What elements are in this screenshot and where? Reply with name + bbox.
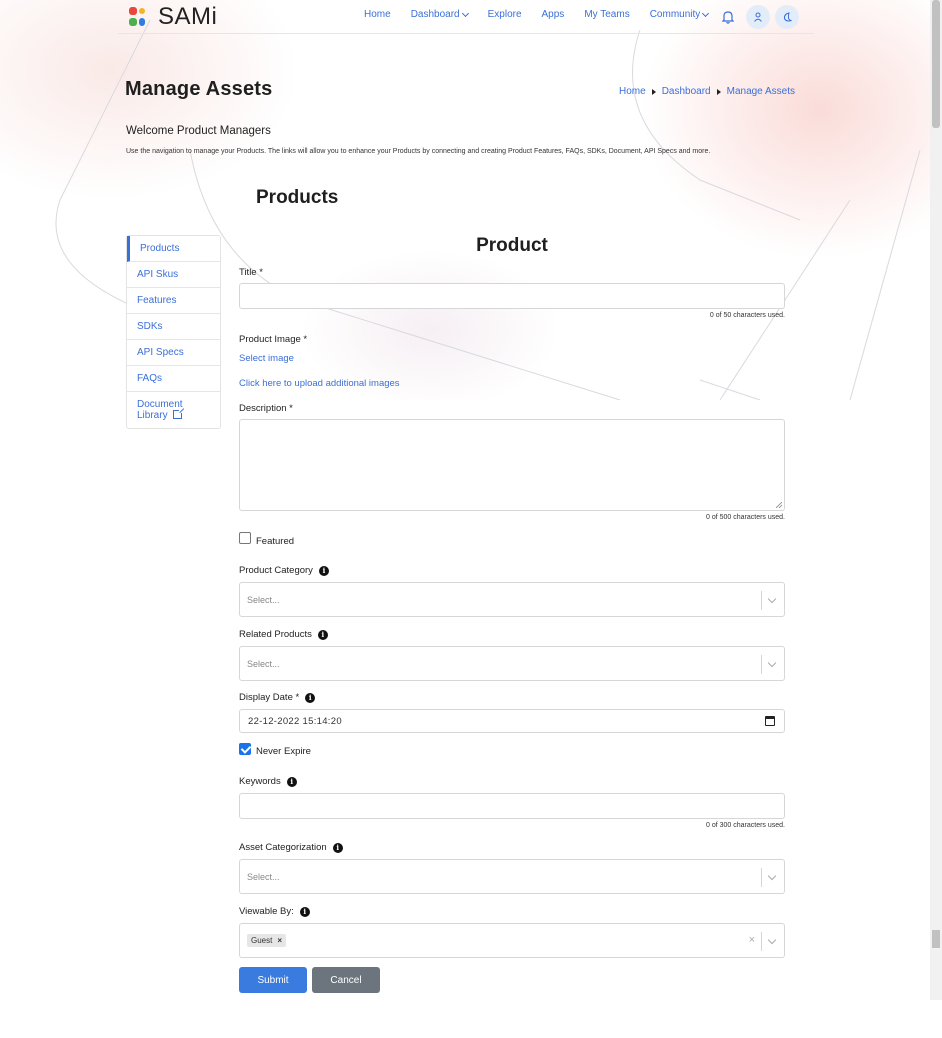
moon-icon bbox=[783, 11, 792, 21]
nav-my-teams[interactable]: My Teams bbox=[584, 9, 629, 20]
resize-handle-icon[interactable] bbox=[776, 502, 782, 508]
description-textarea[interactable] bbox=[239, 419, 785, 511]
top-navbar: SAMi Home Dashboard Explore Apps My Team… bbox=[118, 0, 814, 34]
nav-home[interactable]: Home bbox=[364, 9, 391, 20]
submit-button[interactable]: Submit bbox=[239, 967, 307, 993]
breadcrumb-home[interactable]: Home bbox=[619, 86, 646, 97]
calendar-icon[interactable] bbox=[765, 716, 775, 726]
sidebar-item-api-specs[interactable]: API Specs bbox=[127, 340, 220, 366]
select-image-link[interactable]: Select image bbox=[239, 353, 294, 364]
title-input[interactable] bbox=[239, 283, 785, 309]
main-nav: Home Dashboard Explore Apps My Teams Com… bbox=[364, 9, 728, 20]
user-icon bbox=[754, 12, 762, 22]
nav-explore[interactable]: Explore bbox=[488, 9, 522, 20]
breadcrumb-separator-icon bbox=[651, 88, 656, 95]
chevron-down-icon bbox=[702, 9, 710, 17]
asset-sidebar: Products API Skus Features SDKs API Spec… bbox=[126, 235, 221, 429]
asset-categorization-select[interactable]: Select... bbox=[239, 859, 785, 894]
description-label: Description * bbox=[239, 403, 293, 414]
title-char-counter: 0 of 50 characters used. bbox=[709, 312, 785, 319]
never-expire-label: Never Expire bbox=[256, 746, 311, 757]
chevron-down-icon bbox=[767, 871, 777, 881]
chevron-down-icon bbox=[767, 594, 777, 604]
keywords-input[interactable] bbox=[239, 793, 785, 819]
chevron-down-icon bbox=[767, 935, 777, 945]
asset-categorization-label: Asset Categorization i bbox=[239, 842, 343, 853]
chevron-down-icon bbox=[461, 9, 469, 17]
cancel-button[interactable]: Cancel bbox=[312, 967, 380, 993]
form-title: Product bbox=[476, 235, 548, 256]
product-image-label: Product Image * bbox=[239, 334, 308, 345]
page-scrollbar[interactable] bbox=[930, 0, 942, 1000]
info-icon[interactable]: i bbox=[305, 692, 316, 703]
breadcrumb-dashboard[interactable]: Dashboard bbox=[662, 86, 711, 97]
user-menu-button[interactable] bbox=[746, 5, 770, 29]
app-logo[interactable]: SAMi bbox=[128, 3, 217, 31]
sidebar-item-api-skus[interactable]: API Skus bbox=[127, 262, 220, 288]
info-icon[interactable]: i bbox=[318, 565, 329, 576]
related-products-label: Related Products i bbox=[239, 629, 328, 640]
chevron-down-icon bbox=[767, 658, 777, 668]
page-title: Manage Assets bbox=[125, 78, 273, 100]
sidebar-item-faqs[interactable]: FAQs bbox=[127, 366, 220, 392]
theme-toggle-button[interactable] bbox=[775, 5, 799, 29]
section-title: Products bbox=[256, 187, 339, 208]
sidebar-item-sdks[interactable]: SDKs bbox=[127, 314, 220, 340]
info-icon[interactable]: i bbox=[299, 906, 310, 917]
description-char-counter: 0 of 500 characters used. bbox=[706, 514, 785, 521]
app-name: SAMi bbox=[158, 3, 218, 30]
display-date-label: Display Date * i bbox=[239, 692, 316, 703]
welcome-heading: Welcome Product Managers bbox=[126, 125, 271, 137]
related-products-select[interactable]: Select... bbox=[239, 646, 785, 681]
keywords-char-counter: 0 of 300 characters used. bbox=[706, 822, 785, 829]
nav-community[interactable]: Community bbox=[650, 9, 710, 20]
nav-dashboard[interactable]: Dashboard bbox=[411, 9, 469, 20]
sidebar-item-document-library[interactable]: Document Library bbox=[127, 392, 220, 428]
display-date-input[interactable]: 22-12-2022 15:14:20 bbox=[239, 709, 785, 733]
sami-logo-icon bbox=[128, 5, 150, 29]
nav-apps[interactable]: Apps bbox=[542, 9, 565, 20]
keywords-label: Keywords i bbox=[239, 776, 297, 787]
featured-checkbox[interactable] bbox=[239, 532, 251, 544]
title-label: Title * bbox=[239, 267, 263, 278]
viewable-by-select[interactable]: Guest × × bbox=[239, 923, 785, 958]
info-icon[interactable]: i bbox=[332, 842, 343, 853]
never-expire-checkbox[interactable] bbox=[239, 743, 251, 755]
product-category-label: Product Category i bbox=[239, 565, 329, 576]
breadcrumb-current[interactable]: Manage Assets bbox=[727, 86, 795, 97]
remove-chip-icon[interactable]: × bbox=[277, 936, 282, 945]
sidebar-item-features[interactable]: Features bbox=[127, 288, 220, 314]
breadcrumb-separator-icon bbox=[716, 88, 721, 95]
info-icon[interactable]: i bbox=[286, 776, 297, 787]
product-category-select[interactable]: Select... bbox=[239, 582, 785, 617]
breadcrumb: Home Dashboard Manage Assets bbox=[619, 86, 795, 97]
featured-label: Featured bbox=[256, 536, 295, 547]
welcome-text: Use the navigation to manage your Produc… bbox=[126, 148, 711, 155]
upload-additional-images-link[interactable]: Click here to upload additional images bbox=[239, 378, 400, 389]
viewable-by-chip-guest: Guest × bbox=[247, 934, 287, 947]
sidebar-item-products[interactable]: Products bbox=[127, 236, 220, 262]
viewable-by-label: Viewable By: i bbox=[239, 906, 310, 917]
clear-selection-icon[interactable]: × bbox=[749, 934, 755, 946]
bell-icon[interactable] bbox=[722, 10, 734, 24]
info-icon[interactable]: i bbox=[317, 629, 328, 640]
external-link-icon bbox=[172, 408, 184, 419]
